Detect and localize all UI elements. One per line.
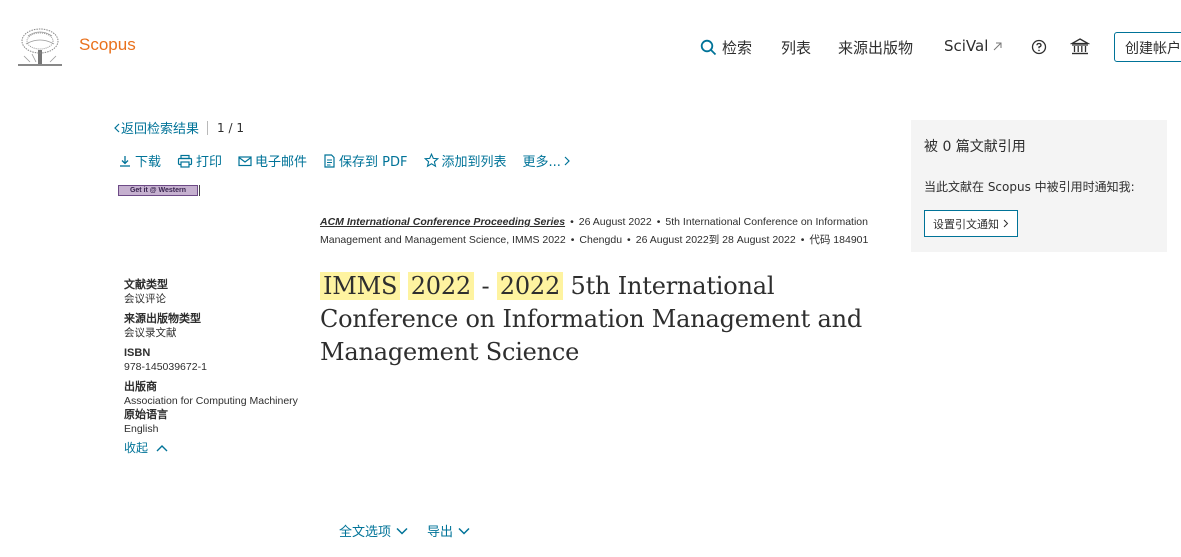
email-button[interactable]: 电子邮件 [238, 151, 307, 170]
divider [199, 185, 200, 196]
highlighted-term: IMMS [320, 272, 401, 300]
alert-button-label: 设置引文通知 [933, 217, 999, 231]
publication-date: 26 August 2022 [578, 216, 652, 228]
save-pdf-label: 保存到 PDF [339, 155, 408, 170]
isbn-label: ISBN [124, 347, 151, 359]
full-text-label: 全文选项 [339, 525, 392, 540]
chevron-right-icon [564, 156, 570, 165]
print-icon [177, 154, 193, 168]
separator-dot: • [627, 234, 631, 246]
series-link[interactable]: ACM International Conference Proceeding … [320, 216, 565, 228]
nav-lists[interactable]: 列表 [781, 37, 811, 58]
language-label: 原始语言 [124, 409, 168, 421]
doc-type-value: 会议评论 [124, 293, 166, 305]
source-type-label: 来源出版物类型 [124, 313, 201, 325]
pdf-icon [324, 153, 335, 168]
result-pager: 1 / 1 [217, 120, 244, 135]
nav-scival[interactable]: SciVal [944, 37, 1003, 55]
save-pdf-button[interactable]: 保存到 PDF [323, 151, 408, 170]
separator-dot: • [800, 234, 805, 246]
publisher-value: Association for Computing Machinery [124, 395, 298, 407]
nav-search-label: 检索 [722, 39, 753, 57]
download-icon [120, 155, 130, 167]
publisher-label: 出版商 [124, 381, 157, 393]
isbn-value: 978-145039672-1 [124, 361, 207, 373]
chevron-right-icon [1003, 219, 1009, 228]
elsevier-tree-logo[interactable] [18, 26, 62, 68]
chevron-up-icon [156, 444, 168, 451]
email-label: 电子邮件 [255, 155, 308, 170]
separator-dot: • [570, 234, 575, 246]
document-tabs: 全文选项 导出 [339, 521, 489, 540]
collapse-label: 收起 [124, 441, 149, 455]
nav-search[interactable]: 检索 [700, 37, 752, 58]
get-it-western-button[interactable]: Get it @ Western [118, 185, 198, 196]
more-label: 更多... [522, 155, 561, 170]
breadcrumb: 返回检索结果 1 / 1 [113, 118, 244, 137]
document-title: IMMS 2022 - 2022 5th International Confe… [320, 270, 890, 369]
full-text-options-button[interactable]: 全文选项 [339, 521, 408, 540]
cited-by-title: 被 0 篇文献引用 [924, 139, 1026, 155]
separator-dot: • [570, 216, 574, 228]
scopus-page: Scopus 检索 列表 来源出版物 SciVal 创建帐户 返回检索结果 1 … [0, 0, 1181, 557]
separator-dot: • [656, 216, 661, 228]
download-label: 下载 [135, 155, 162, 170]
back-to-results-link[interactable]: 返回检索结果 [121, 118, 199, 137]
conference-dates: 26 August 2022到 28 August 2022 [635, 234, 796, 246]
highlighted-term: 2022 [496, 272, 564, 300]
conference-location: Chengdu [579, 234, 623, 246]
language-value: English [124, 423, 159, 435]
nav-scival-label: SciVal [944, 37, 989, 55]
cited-by-description: 当此文献在 Scopus 中被引用时通知我: [924, 180, 1135, 194]
title-text: 5th International Conference on Informat… [320, 272, 862, 366]
help-button[interactable] [1031, 39, 1047, 55]
cited-by-panel: 被 0 篇文献引用 当此文献在 Scopus 中被引用时通知我: 设置引文通知 [911, 120, 1167, 252]
create-account-button[interactable]: 创建帐户 [1114, 32, 1181, 62]
external-link-icon [994, 42, 1002, 51]
chevron-down-icon [396, 527, 408, 535]
source-info: ACM International Conference Proceeding … [320, 213, 880, 249]
nav-sources[interactable]: 来源出版物 [838, 37, 913, 58]
highlighted-term: 2022 [407, 272, 474, 300]
chevron-down-icon [458, 527, 470, 535]
search-icon [700, 39, 717, 56]
divider [207, 120, 209, 135]
help-icon [1031, 39, 1047, 55]
source-type-value: 会议录文献 [124, 327, 177, 339]
export-button[interactable]: 导出 [427, 521, 470, 540]
collapse-button[interactable]: 收起 [124, 439, 314, 456]
add-to-list-button[interactable]: 添加到列表 [423, 151, 507, 170]
print-button[interactable]: 打印 [177, 151, 222, 170]
conference-code: 代码 184901 [809, 234, 869, 246]
title-dash: - [481, 272, 490, 300]
add-to-list-label: 添加到列表 [441, 155, 507, 170]
institution-button[interactable] [1070, 37, 1090, 57]
institution-icon [1070, 38, 1090, 55]
export-label: 导出 [427, 525, 454, 540]
chevron-left-icon [114, 123, 120, 132]
set-citation-alert-button[interactable]: 设置引文通知 [924, 210, 1018, 237]
email-icon [238, 155, 252, 166]
print-label: 打印 [196, 155, 223, 170]
more-actions-button[interactable]: 更多... [523, 151, 574, 170]
download-button[interactable]: 下载 [118, 151, 161, 170]
doc-type-label: 文献类型 [124, 279, 168, 291]
scopus-brand[interactable]: Scopus [79, 35, 136, 55]
document-metadata: 文献类型 会议评论 来源出版物类型 会议录文献 ISBN 978-1450396… [124, 278, 314, 456]
star-icon [423, 153, 439, 168]
document-actions: 下载 打印 电子邮件 保存到 PDF 添加到列表 更多... [118, 151, 590, 170]
